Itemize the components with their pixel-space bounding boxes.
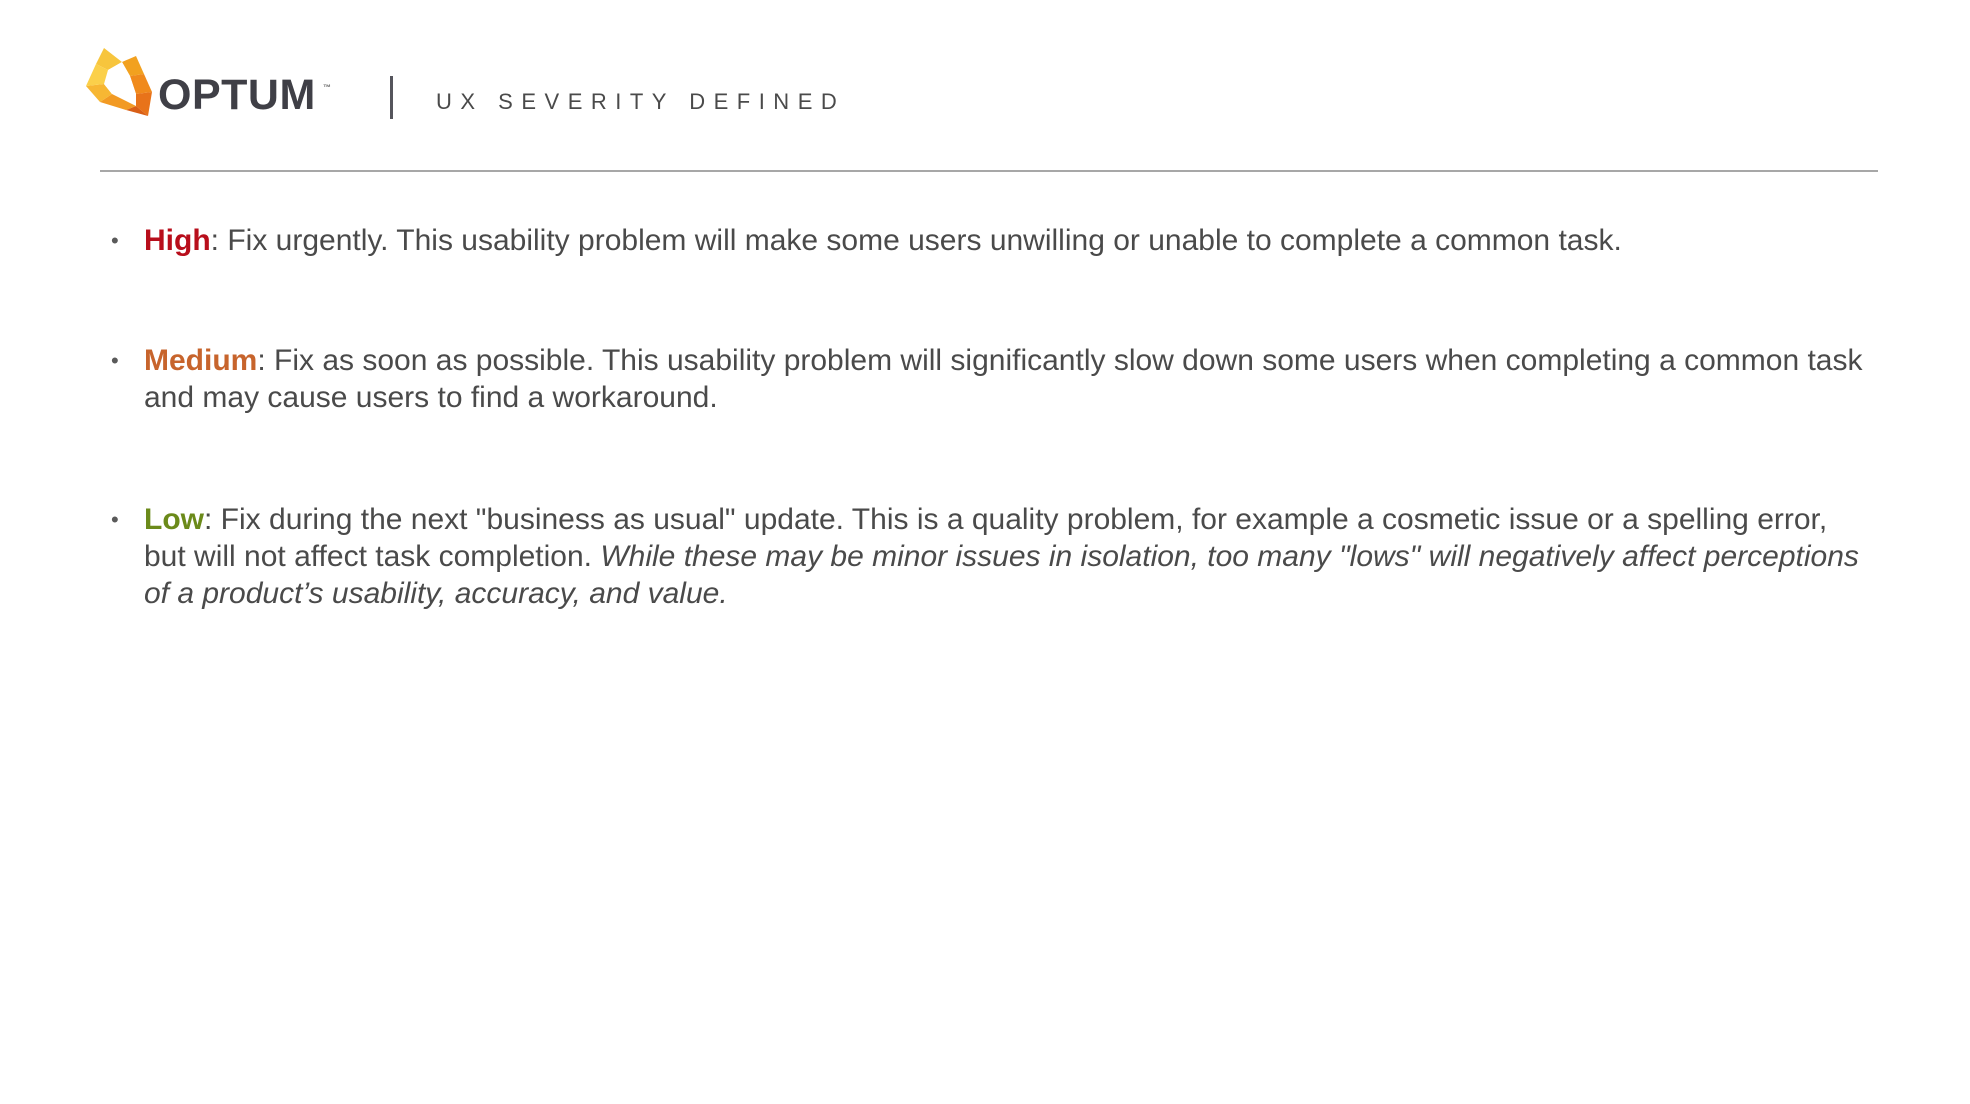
severity-item-text: High: Fix urgently. This usability probl… bbox=[144, 222, 1864, 259]
logo-wordmark: OPTUM bbox=[158, 71, 316, 119]
header-rule bbox=[100, 170, 1878, 172]
slide-header: OPTUM ™ UX SEVERITY DEFINED bbox=[0, 0, 1970, 175]
title-divider bbox=[390, 76, 393, 119]
optum-logo-mark-icon bbox=[86, 48, 152, 116]
bullet-icon: • bbox=[111, 507, 119, 532]
bullet-icon: • bbox=[111, 348, 119, 373]
severity-level-label: Low bbox=[144, 503, 204, 536]
severity-level-label: High bbox=[144, 224, 211, 257]
severity-separator: : bbox=[257, 344, 266, 377]
severity-item-text: Medium: Fix as soon as possible. This us… bbox=[144, 342, 1864, 416]
optum-logo: OPTUM ™ bbox=[86, 44, 346, 124]
severity-separator: : bbox=[210, 224, 219, 257]
logo-trademark: ™ bbox=[323, 83, 332, 92]
bullet-icon: • bbox=[111, 228, 119, 253]
page-title: UX SEVERITY DEFINED bbox=[436, 89, 846, 114]
severity-item-text: Low: Fix during the next "business as us… bbox=[144, 501, 1864, 612]
severity-description: Fix urgently. This usability problem wil… bbox=[219, 224, 1622, 257]
severity-description: Fix as soon as possible. This usability … bbox=[144, 344, 1863, 414]
severity-level-label: Medium bbox=[144, 344, 258, 377]
